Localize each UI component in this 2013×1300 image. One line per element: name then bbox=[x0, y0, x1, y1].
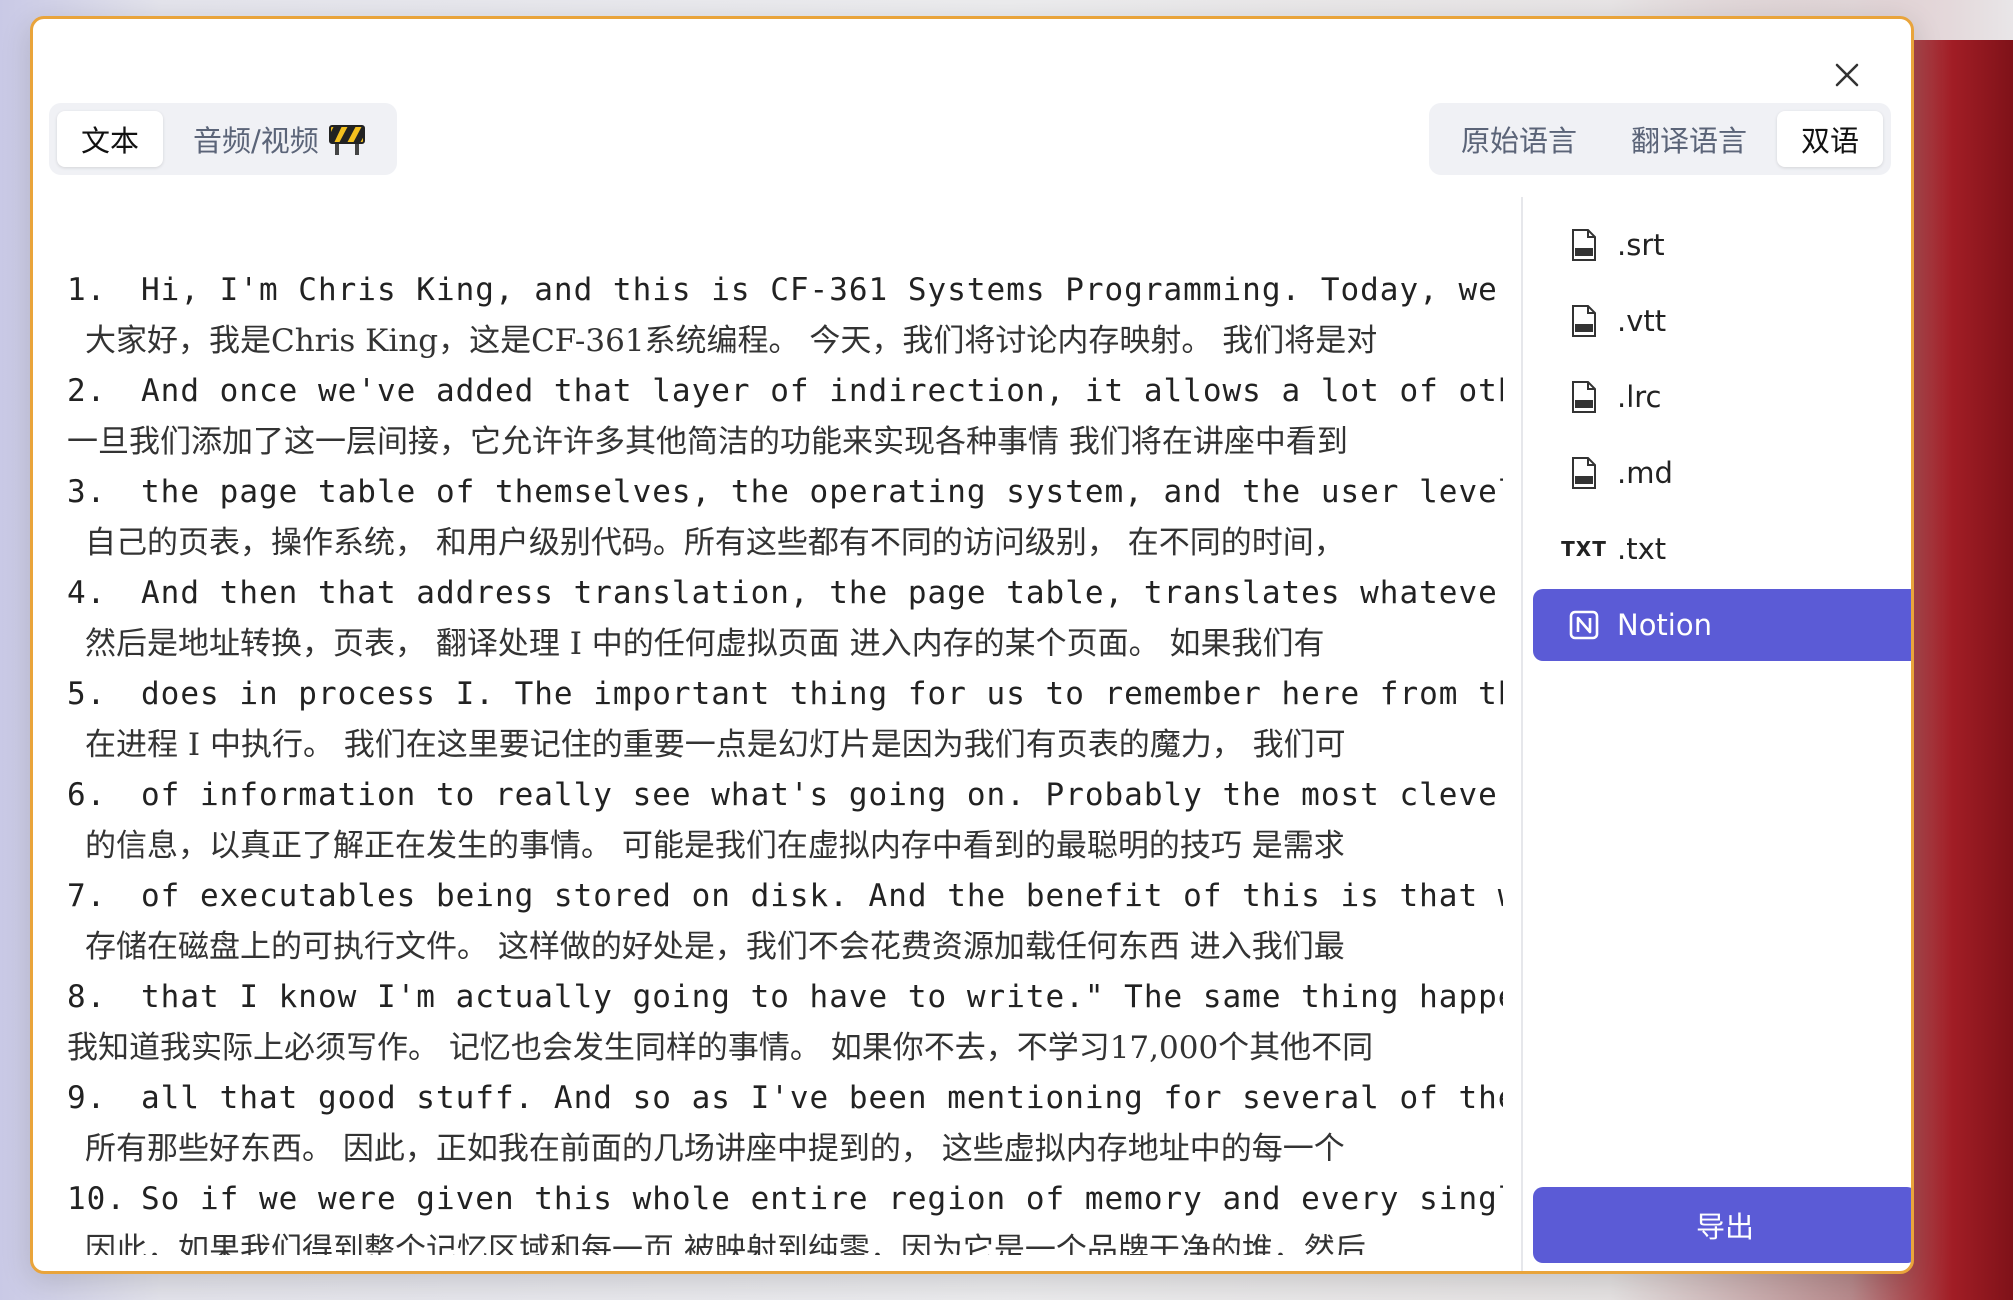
format-srt-label: .srt bbox=[1617, 228, 1665, 262]
transcript-line-zh: 大家好，我是Chris King，这是CF-361系统编程。 今天，我们将讨论内… bbox=[85, 322, 1378, 359]
tab-bilingual[interactable]: 双语 bbox=[1776, 111, 1883, 167]
export-button-label: 导出 bbox=[1695, 1210, 1754, 1244]
transcript-line-number: 9. bbox=[67, 1080, 107, 1116]
tab-text-label: 文本 bbox=[81, 124, 140, 158]
transcript-line-number: 1. bbox=[67, 272, 107, 308]
construction-sign-icon bbox=[328, 125, 365, 155]
format-srt[interactable]: .srt bbox=[1533, 209, 1911, 281]
language-tabs: 原始语言 翻译语言 双语 bbox=[1428, 103, 1891, 175]
format-notion[interactable]: Notion bbox=[1533, 589, 1911, 661]
transcript-line-zh: 然后是地址转换，页表， 翻译处理 I 中的任何虚拟页面 进入内存的某个页面。 如… bbox=[85, 625, 1325, 662]
transcript-line-text: Hi, I'm Chris King, and this is CF-361 S… bbox=[141, 272, 1503, 308]
transcript-line-number: 4. bbox=[67, 575, 107, 611]
transcript-line-en: 2. And once we've added that layer of ind… bbox=[67, 366, 1503, 417]
transcript-line-number: 7. bbox=[67, 878, 107, 914]
transcript-line-zh: 所有那些好东西。 因此，正如我在前面的几场讲座中提到的， 这些虚拟内存地址中的每… bbox=[85, 1130, 1345, 1167]
format-txt[interactable]: TXT .txt bbox=[1533, 513, 1911, 585]
tab-original-language[interactable]: 原始语言 bbox=[1437, 111, 1601, 167]
transcript-line-en: 6. of information to really see what's go… bbox=[67, 770, 1503, 821]
vtt-file-icon bbox=[1569, 304, 1599, 338]
export-dialog: 文本 音频/视频 原始语言 翻译语言 双语 1. Hi, I'm Chris Ki… bbox=[30, 16, 1914, 1274]
transcript-line-en: 10. So if we were given this whole entire… bbox=[67, 1174, 1503, 1225]
transcript-line-text: the page table of themselves, the operat… bbox=[141, 474, 1503, 510]
format-md-label: .md bbox=[1617, 456, 1673, 490]
transcript-line-zh: 自己的页表，操作系统， 和用户级别代码。所有这些都有不同的访问级别， 在不同的时… bbox=[85, 524, 1345, 561]
tab-text[interactable]: 文本 bbox=[57, 111, 164, 167]
transcript-line-text: So if we were given this whole entire re… bbox=[141, 1181, 1503, 1217]
txt-icon: TXT bbox=[1561, 537, 1607, 561]
format-vtt[interactable]: .vtt bbox=[1533, 285, 1911, 357]
transcript-line-zh: 因此，如果我们得到整个记忆区域和每一页 被映射到纯零，因为它是一个品牌干净的堆，… bbox=[85, 1231, 1366, 1256]
transcript-line-text: all that good stuff. And so as I've been… bbox=[141, 1080, 1503, 1116]
srt-file-icon bbox=[1569, 228, 1599, 262]
close-icon bbox=[1835, 63, 1859, 87]
format-notion-label: Notion bbox=[1617, 608, 1712, 642]
transcript-line-en: 9. all that good stuff. And so as I've be… bbox=[67, 1073, 1503, 1124]
transcript-line-text: does in process I. The important thing f… bbox=[141, 676, 1503, 712]
lrc-file-icon bbox=[1569, 380, 1599, 414]
transcript-line-text: of information to really see what's goin… bbox=[141, 777, 1503, 813]
tab-audio-video-label: 音频/视频 bbox=[193, 124, 319, 158]
format-lrc-label: .lrc bbox=[1617, 380, 1662, 414]
transcript-line-en: 1. Hi, I'm Chris King, and this is CF-361… bbox=[67, 265, 1503, 316]
transcript-line-number: 3. bbox=[67, 474, 107, 510]
tab-original-language-label: 原始语言 bbox=[1460, 124, 1577, 158]
tab-bilingual-label: 双语 bbox=[1800, 124, 1859, 158]
format-md[interactable]: .md bbox=[1533, 437, 1911, 509]
transcript-line-zh: 我知道我实际上必须写作。 记忆也会发生同样的事情。 如果你不去，不学习17,00… bbox=[67, 1029, 1374, 1066]
transcript-line-zh: 的信息，以真正了解正在发生的事情。 可能是我们在虚拟内存中看到的最聪明的技巧 是… bbox=[85, 827, 1345, 864]
format-lrc[interactable]: .lrc bbox=[1533, 361, 1911, 433]
format-txt-label: .txt bbox=[1617, 532, 1667, 566]
panel-divider bbox=[1521, 197, 1523, 1271]
transcript-line-en: 3. the page table of themselves, the oper… bbox=[67, 467, 1503, 518]
transcript-line-zh: 一旦我们添加了这一层间接，它允许许多其他简洁的功能来实现各种事情 我们将在讲座中… bbox=[67, 423, 1348, 460]
transcript-preview[interactable]: 1. Hi, I'm Chris King, and this is CF-361… bbox=[67, 265, 1503, 1255]
transcript-line-number: 5. bbox=[67, 676, 107, 712]
transcript-line-en: 4. And then that address translation, the… bbox=[67, 568, 1503, 619]
transcript-line-number: 8. bbox=[67, 979, 107, 1015]
md-file-icon bbox=[1569, 456, 1599, 490]
transcript-line-number: 2. bbox=[67, 373, 107, 409]
transcript-line-zh: 存储在磁盘上的可执行文件。 这样做的好处是，我们不会花费资源加载任何东西 进入我… bbox=[85, 928, 1345, 965]
tab-translated-language[interactable]: 翻译语言 bbox=[1607, 111, 1771, 167]
transcript-line-text: of executables being stored on disk. And… bbox=[141, 878, 1503, 914]
tab-translated-language-label: 翻译语言 bbox=[1630, 124, 1747, 158]
source-type-tabs: 文本 音频/视频 bbox=[49, 103, 397, 175]
transcript-line-number: 6. bbox=[67, 777, 107, 813]
transcript-line-en: 8. that I know I'm actually going to have… bbox=[67, 972, 1503, 1023]
close-button[interactable] bbox=[1825, 53, 1869, 97]
tab-audio-video[interactable]: 音频/视频 bbox=[169, 111, 389, 167]
transcript-line-text: And once we've added that layer of indir… bbox=[141, 373, 1503, 409]
format-vtt-label: .vtt bbox=[1617, 304, 1667, 338]
transcript-line-text: And then that address translation, the p… bbox=[141, 575, 1503, 611]
transcript-line-text: that I know I'm actually going to have t… bbox=[141, 979, 1503, 1015]
transcript-line-en: 7. of executables being stored on disk. A… bbox=[67, 871, 1503, 922]
export-button[interactable]: 导出 bbox=[1533, 1187, 1911, 1263]
transcript-line-zh: 在进程 I 中执行。 我们在这里要记住的重要一点是幻灯片是因为我们有页表的魔力，… bbox=[85, 726, 1346, 763]
transcript-line-en: 5. does in process I. The important thing… bbox=[67, 669, 1503, 720]
notion-icon bbox=[1569, 608, 1599, 642]
transcript-line-number: 10. bbox=[67, 1181, 126, 1217]
